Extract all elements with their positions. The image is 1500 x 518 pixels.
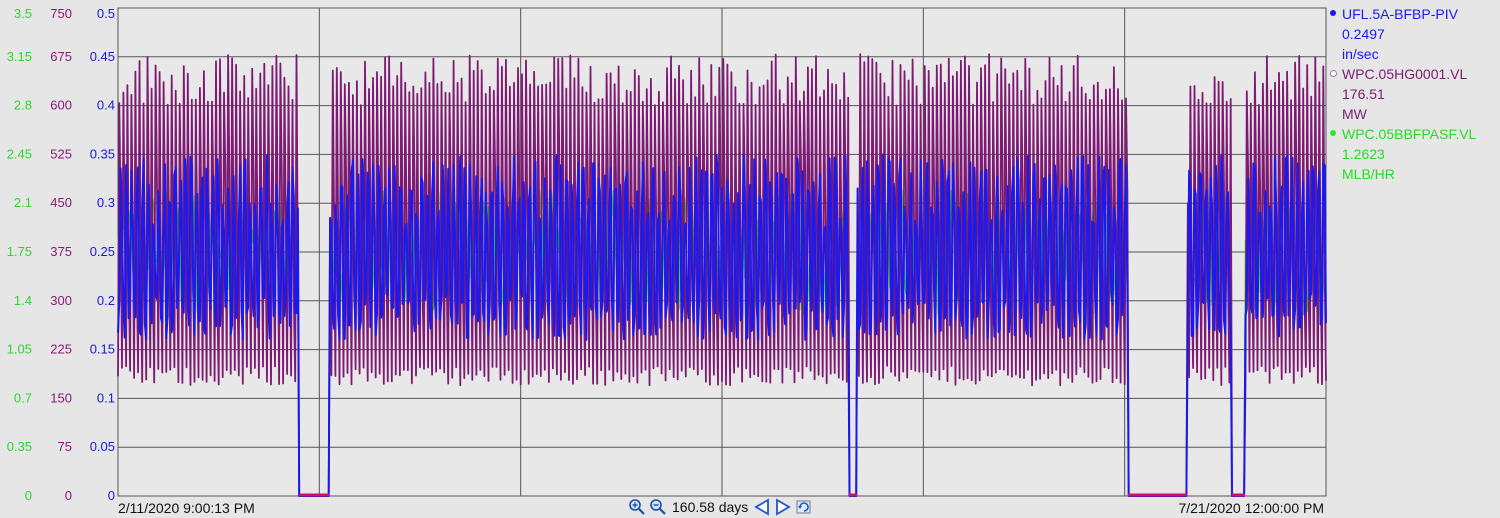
end-time[interactable]: 7/21/2020 12:00:00 PM	[1178, 500, 1324, 516]
legend-series-name: WPC.05BBFPASF.VL	[1342, 126, 1477, 142]
y-tick-label: 2.45	[7, 146, 32, 161]
legend-series-value: 176.51	[1342, 86, 1385, 102]
y-tick-label: 75	[58, 439, 72, 454]
y-tick-label: 0.05	[90, 439, 115, 454]
y-tick-label: 150	[50, 390, 72, 405]
y-tick-label: 1.75	[7, 244, 32, 259]
y-tick-label: 0.1	[97, 390, 115, 405]
y-tick-label: 0.3	[97, 195, 115, 210]
y-tick-label: 2.1	[14, 195, 32, 210]
legend-dot-icon	[1330, 10, 1336, 16]
y-tick-label: 0.7	[14, 390, 32, 405]
y-tick-label: 1.4	[14, 293, 32, 308]
y-tick-label: 750	[50, 6, 72, 21]
y-tick-label: 0.25	[90, 244, 115, 259]
y-tick-label: 375	[50, 244, 72, 259]
zoom-in-icon[interactable]	[628, 498, 646, 516]
nav-controls: 160.58 days	[628, 498, 813, 516]
legend-series-unit: MW	[1342, 106, 1367, 122]
legend-entry-flow[interactable]: WPC.05BBFPASF.VL 1.2623 MLB/HR	[1330, 124, 1498, 184]
legend-dot-icon	[1330, 130, 1336, 136]
y-axes: 00.350.71.051.41.752.12.452.83.153.50751…	[7, 6, 115, 503]
y-tick-label: 0.4	[97, 98, 115, 113]
legend-series-unit: MLB/HR	[1342, 166, 1395, 182]
y-tick-label: 300	[50, 293, 72, 308]
duration-label: 160.58 days	[672, 499, 749, 515]
legend-entry-mw[interactable]: WPC.05HG0001.VL 176.51 MW	[1330, 64, 1498, 124]
legend-series-name: WPC.05HG0001.VL	[1342, 66, 1468, 82]
legend-series-unit: in/sec	[1342, 46, 1379, 62]
legend-entry-piv[interactable]: UFL.5A-BFBP-PIV 0.2497 in/sec	[1330, 4, 1498, 64]
y-tick-label: 600	[50, 98, 72, 113]
zoom-out-icon[interactable]	[649, 498, 667, 516]
legend-series-name: UFL.5A-BFBP-PIV	[1342, 6, 1458, 22]
y-tick-label: 1.05	[7, 342, 32, 357]
legend: UFL.5A-BFBP-PIV 0.2497 in/sec WPC.05HG00…	[1330, 4, 1498, 184]
arrow-right-icon[interactable]	[774, 498, 792, 516]
y-tick-label: 0.2	[97, 293, 115, 308]
y-tick-label: 0.35	[90, 146, 115, 161]
y-tick-label: 0.35	[7, 439, 32, 454]
arrow-left-icon[interactable]	[753, 498, 771, 516]
y-tick-label: 525	[50, 146, 72, 161]
y-tick-label: 675	[50, 49, 72, 64]
y-tick-label: 225	[50, 342, 72, 357]
legend-dot-icon	[1330, 70, 1337, 77]
start-time[interactable]: 2/11/2020 9:00:13 PM	[118, 500, 255, 516]
trend-chart[interactable]: 00.350.71.051.41.752.12.452.83.153.50751…	[0, 0, 1500, 518]
y-tick-label: 0.45	[90, 49, 115, 64]
y-tick-label: 2.8	[14, 98, 32, 113]
time-bar: 2/11/2020 9:00:13 PM 160.58 days 7/21/20…	[0, 496, 1500, 518]
legend-series-value: 0.2497	[1342, 26, 1385, 42]
refresh-icon[interactable]	[795, 498, 813, 516]
y-tick-label: 450	[50, 195, 72, 210]
y-tick-label: 3.5	[14, 6, 32, 21]
legend-series-value: 1.2623	[1342, 146, 1385, 162]
y-tick-label: 0.5	[97, 6, 115, 21]
y-tick-label: 3.15	[7, 49, 32, 64]
y-tick-label: 0.15	[90, 342, 115, 357]
